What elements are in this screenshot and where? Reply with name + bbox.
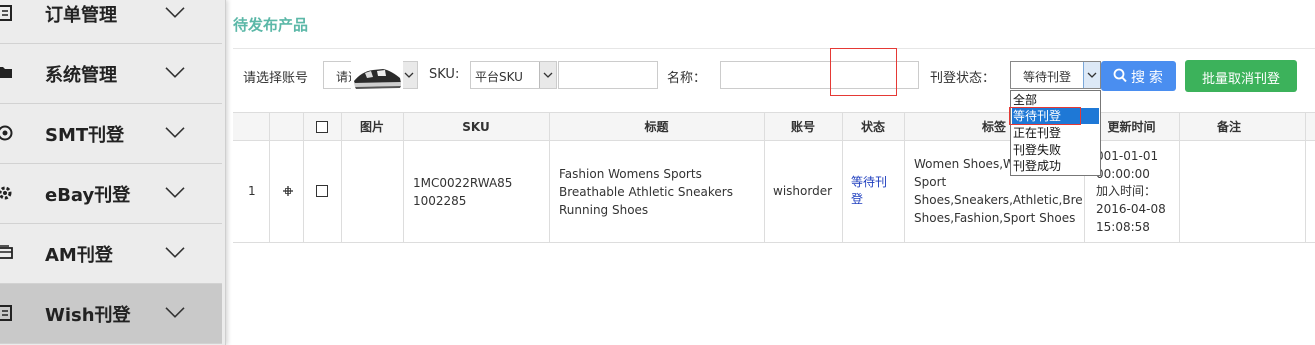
wallet-icon bbox=[0, 244, 14, 263]
title-line: Breathable Athletic Sneakers bbox=[559, 185, 733, 199]
column-header: 标题 bbox=[644, 120, 669, 134]
sidebar-item-smt[interactable]: SMT刊登 bbox=[0, 104, 222, 164]
sidebar-item-label: AM刊登 bbox=[45, 244, 113, 266]
sidebar-item-system[interactable]: 系统管理 bbox=[0, 44, 222, 104]
sku-label: SKU: bbox=[429, 67, 460, 82]
name-label: 名称： bbox=[667, 71, 707, 86]
document-list-icon bbox=[0, 304, 14, 323]
sidebar-item-label: eBay刊登 bbox=[45, 184, 131, 206]
row-index: 1 bbox=[248, 184, 256, 198]
selected-option-highlight bbox=[1009, 107, 1081, 125]
folder-icon bbox=[0, 65, 14, 83]
status-value[interactable]: 登 bbox=[851, 191, 893, 208]
main-content: 待发布产品 请选择账号 请选择 SKU: 平台SKU 名称： 刊登状态： 等待刊… bbox=[233, 0, 1315, 345]
sidebar-item-label: Wish刊登 bbox=[45, 304, 131, 326]
status-label: 刊登状态： bbox=[930, 71, 996, 86]
column-header: SKU bbox=[462, 120, 490, 134]
chevron-down-icon bbox=[165, 186, 185, 198]
product-image[interactable] bbox=[351, 57, 403, 93]
page-title: 待发布产品 bbox=[233, 16, 309, 34]
chevron-down-icon bbox=[1083, 62, 1100, 88]
batch-cancel-button-label: 批量取消刊登 bbox=[1201, 71, 1280, 86]
gear-icon bbox=[0, 185, 14, 203]
sidebar-item-label: SMT刊登 bbox=[45, 124, 125, 146]
column-header: 账号 bbox=[790, 120, 815, 134]
status-select-value: 等待刊登 bbox=[1023, 70, 1072, 84]
sidebar-item-label: 订单管理 bbox=[45, 4, 117, 26]
plus-icon[interactable] bbox=[282, 185, 294, 197]
sku-type-select-value: 平台SKU bbox=[475, 70, 523, 84]
document-list-icon bbox=[0, 4, 14, 23]
search-icon bbox=[1113, 68, 1127, 83]
sku-line: 1002285 bbox=[413, 194, 467, 208]
status-option-all[interactable]: 全部 bbox=[1012, 92, 1099, 108]
sidebar: 订单管理 系统管理 SMT刊登 eBay刊登 AM刊登 Wish刊登 bbox=[0, 0, 226, 345]
sku-input[interactable] bbox=[558, 61, 658, 89]
column-header: 状态 bbox=[860, 120, 885, 134]
status-option-success[interactable]: 刊登成功 bbox=[1012, 158, 1099, 174]
update-time-line: 00:00:00 bbox=[1096, 167, 1150, 181]
update-time-line: 001-01-01 bbox=[1096, 149, 1159, 163]
select-all-checkbox[interactable] bbox=[316, 121, 328, 133]
row-checkbox[interactable] bbox=[316, 185, 328, 197]
chevron-down-icon bbox=[165, 6, 185, 18]
search-button-label: 搜 索 bbox=[1131, 69, 1163, 85]
status-option-publishing[interactable]: 正在刊登 bbox=[1012, 125, 1099, 141]
account-value: wishorder bbox=[773, 184, 833, 198]
status-value[interactable]: 等待刊 bbox=[851, 174, 893, 191]
account-label: 请选择账号 bbox=[243, 71, 309, 86]
status-highlight bbox=[830, 48, 897, 96]
sidebar-item-label: 系统管理 bbox=[45, 64, 117, 86]
products-table: 图片 SKU 标题 账号 状态 标签 更新时间 备注 bbox=[233, 112, 1315, 243]
sku-type-select[interactable]: 平台SKU bbox=[470, 61, 557, 89]
divider bbox=[233, 48, 1315, 49]
chevron-down-icon bbox=[165, 246, 185, 258]
status-select[interactable]: 等待刊登 bbox=[1010, 61, 1101, 89]
update-time-line: 2016-04-08 bbox=[1096, 202, 1166, 216]
column-header: 图片 bbox=[359, 120, 384, 134]
sku-line: 1MC0022RWA85 bbox=[413, 176, 513, 190]
status-dropdown-list: 全部 等待刊登 正在刊登 刊登失败 刊登成功 bbox=[1010, 90, 1101, 176]
tags-line: Sport bbox=[914, 175, 947, 189]
search-button[interactable]: 搜 索 bbox=[1101, 61, 1176, 91]
sidebar-item-am[interactable]: AM刊登 bbox=[0, 224, 222, 284]
status-option-failed[interactable]: 刊登失败 bbox=[1012, 142, 1099, 158]
sidebar-item-wish[interactable]: Wish刊登 bbox=[0, 284, 222, 344]
badge-icon bbox=[0, 125, 14, 143]
table-header: 图片 SKU 标题 账号 状态 标签 更新时间 备注 bbox=[233, 112, 1315, 141]
sidebar-item-orders[interactable]: 订单管理 bbox=[0, 0, 222, 44]
title-line: Running Shoes bbox=[559, 203, 649, 217]
batch-cancel-button[interactable]: 批量取消刊登 bbox=[1185, 60, 1297, 92]
chevron-down-icon bbox=[165, 126, 185, 138]
title-line: Fashion Womens Sports bbox=[559, 167, 702, 181]
tags-line: Shoes,Fashion,Sport Shoes bbox=[914, 211, 1076, 225]
chevron-down-icon bbox=[165, 306, 185, 318]
tags-line: Shoes,Sneakers,Athletic,Brea bbox=[914, 193, 1082, 207]
update-time-line: 15:08:58 bbox=[1096, 220, 1150, 234]
update-time-line: 加入时间： bbox=[1096, 184, 1157, 198]
sidebar-item-ebay[interactable]: eBay刊登 bbox=[0, 164, 222, 224]
chevron-down-icon bbox=[539, 62, 556, 88]
column-header: 备注 bbox=[1216, 120, 1241, 134]
chevron-down-icon bbox=[165, 66, 185, 78]
